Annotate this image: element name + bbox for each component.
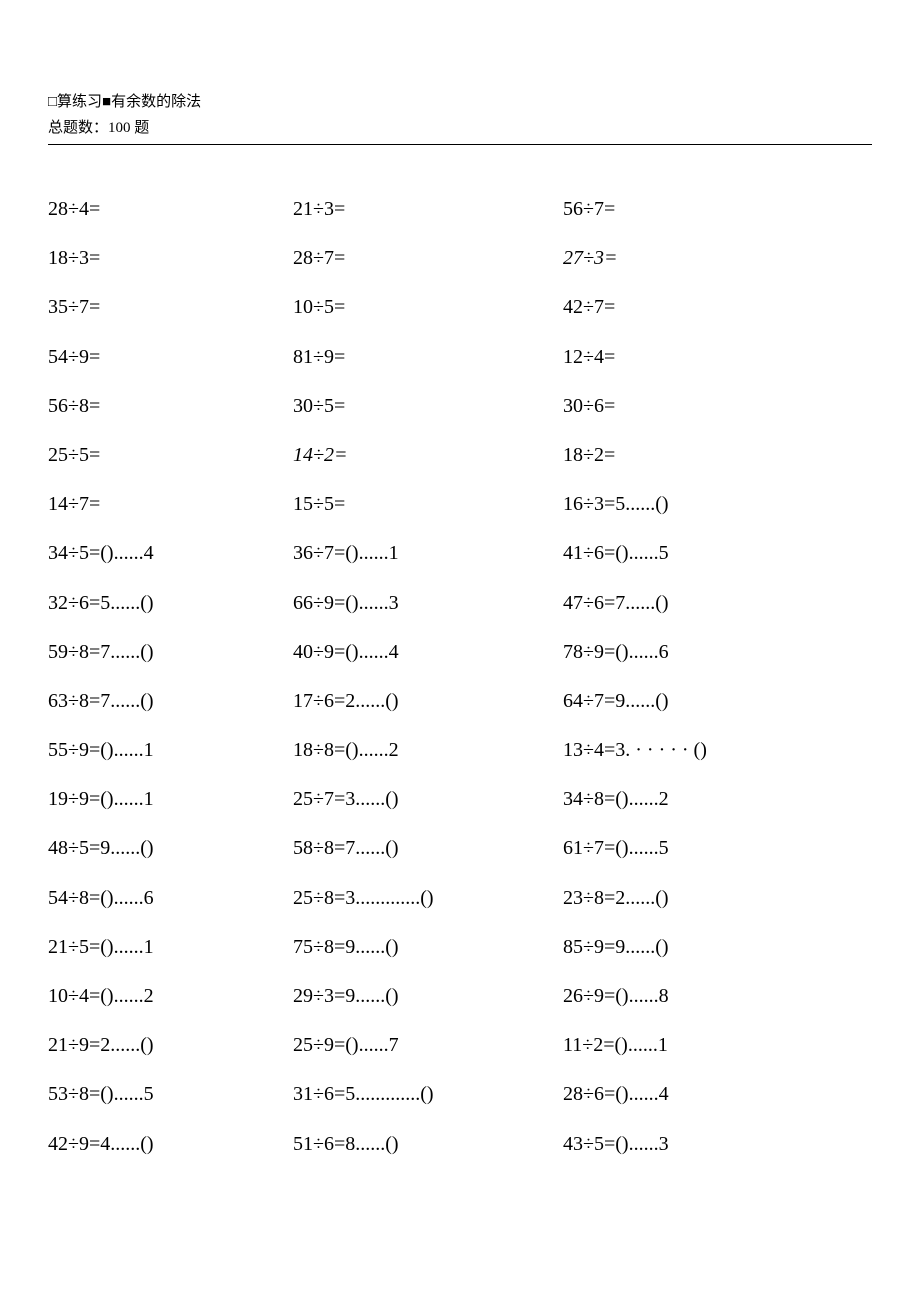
problem-cell: 28÷7= [293, 246, 563, 270]
problem-cell: 48÷5=9......() [48, 836, 293, 860]
problem-cell: 18÷2= [563, 443, 872, 467]
problem-cell: 55÷9=()......1 [48, 738, 293, 762]
problem-cell: 54÷9= [48, 345, 293, 369]
problem-cell: 25÷5= [48, 443, 293, 467]
problem-cell: 18÷3= [48, 246, 293, 270]
problem-cell: 14÷2= [293, 443, 563, 467]
problem-cell: 42÷7= [563, 295, 872, 319]
problem-cell: 18÷8=()......2 [293, 738, 563, 762]
problem-cell: 19÷9=()......1 [48, 787, 293, 811]
problem-cell: 78÷9=()......6 [563, 640, 872, 664]
problem-cell: 21÷3= [293, 197, 563, 221]
problem-cell: 10÷5= [293, 295, 563, 319]
worksheet-subtitle: 总题数：100 题 [48, 116, 872, 145]
problem-cell: 29÷3=9......() [293, 984, 563, 1008]
problem-cell: 41÷6=()......5 [563, 541, 872, 565]
problem-cell: 11÷2=()......1 [563, 1033, 872, 1057]
problem-cell: 59÷8=7......() [48, 640, 293, 664]
problem-cell: 17÷6=2......() [293, 689, 563, 713]
problem-cell: 58÷8=7......() [293, 836, 563, 860]
problem-cell: 42÷9=4......() [48, 1132, 293, 1156]
problem-cell: 75÷8=9......() [293, 935, 563, 959]
problem-cell: 25÷9=()......7 [293, 1033, 563, 1057]
problem-cell: 61÷7=()......5 [563, 836, 872, 860]
problem-cell: 32÷6=5......() [48, 591, 293, 615]
worksheet-page: □算练习■有余数的除法 总题数：100 题 28÷4=21÷3=56÷7= 18÷… [0, 0, 920, 1301]
worksheet-title: □算练习■有余数的除法 [48, 90, 872, 114]
problem-cell: 63÷8=7......() [48, 689, 293, 713]
problem-cell: 16÷3=5......() [563, 492, 872, 516]
problem-cell: 56÷7= [563, 197, 872, 221]
problem-cell: 85÷9=9......() [563, 935, 872, 959]
problem-cell: 66÷9=()......3 [293, 591, 563, 615]
problem-cell: 21÷5=()......1 [48, 935, 293, 959]
problem-cell: 34÷5=()......4 [48, 541, 293, 565]
problem-cell: 56÷8= [48, 394, 293, 418]
problem-cell: 30÷6= [563, 394, 872, 418]
problem-cell: 36÷7=()......1 [293, 541, 563, 565]
problem-cell: 31÷6=5.............() [293, 1082, 563, 1106]
problem-cell: 81÷9= [293, 345, 563, 369]
problem-cell: 14÷7= [48, 492, 293, 516]
problem-cell: 40÷9=()......4 [293, 640, 563, 664]
problem-cell: 64÷7=9......() [563, 689, 872, 713]
problem-cell: 54÷8=()......6 [48, 886, 293, 910]
problem-cell: 25÷7=3......() [293, 787, 563, 811]
problem-cell: 43÷5=()......3 [563, 1132, 872, 1156]
problem-cell: 28÷6=()......4 [563, 1082, 872, 1106]
problem-cell: 26÷9=()......8 [563, 984, 872, 1008]
problem-cell: 34÷8=()......2 [563, 787, 872, 811]
problem-cell: 12÷4= [563, 345, 872, 369]
problem-cell: 13÷4=3. · · · · · () [563, 738, 872, 762]
problem-cell: 30÷5= [293, 394, 563, 418]
problem-cell: 53÷8=()......5 [48, 1082, 293, 1106]
problem-cell: 10÷4=()......2 [48, 984, 293, 1008]
problem-cell: 15÷5= [293, 492, 563, 516]
problem-cell: 35÷7= [48, 295, 293, 319]
problem-cell: 21÷9=2......() [48, 1033, 293, 1057]
problem-cell: 47÷6=7......() [563, 591, 872, 615]
worksheet-header: □算练习■有余数的除法 总题数：100 题 [48, 90, 872, 145]
problem-cell: 23÷8=2......() [563, 886, 872, 910]
problem-cell: 25÷8=3.............() [293, 886, 563, 910]
problem-cell: 27÷3= [563, 246, 872, 270]
problems-grid: 28÷4=21÷3=56÷7= 18÷3=28÷7=27÷3= 35÷7=10÷5=… [48, 197, 872, 1156]
problem-cell: 28÷4= [48, 197, 293, 221]
problem-cell: 51÷6=8......() [293, 1132, 563, 1156]
